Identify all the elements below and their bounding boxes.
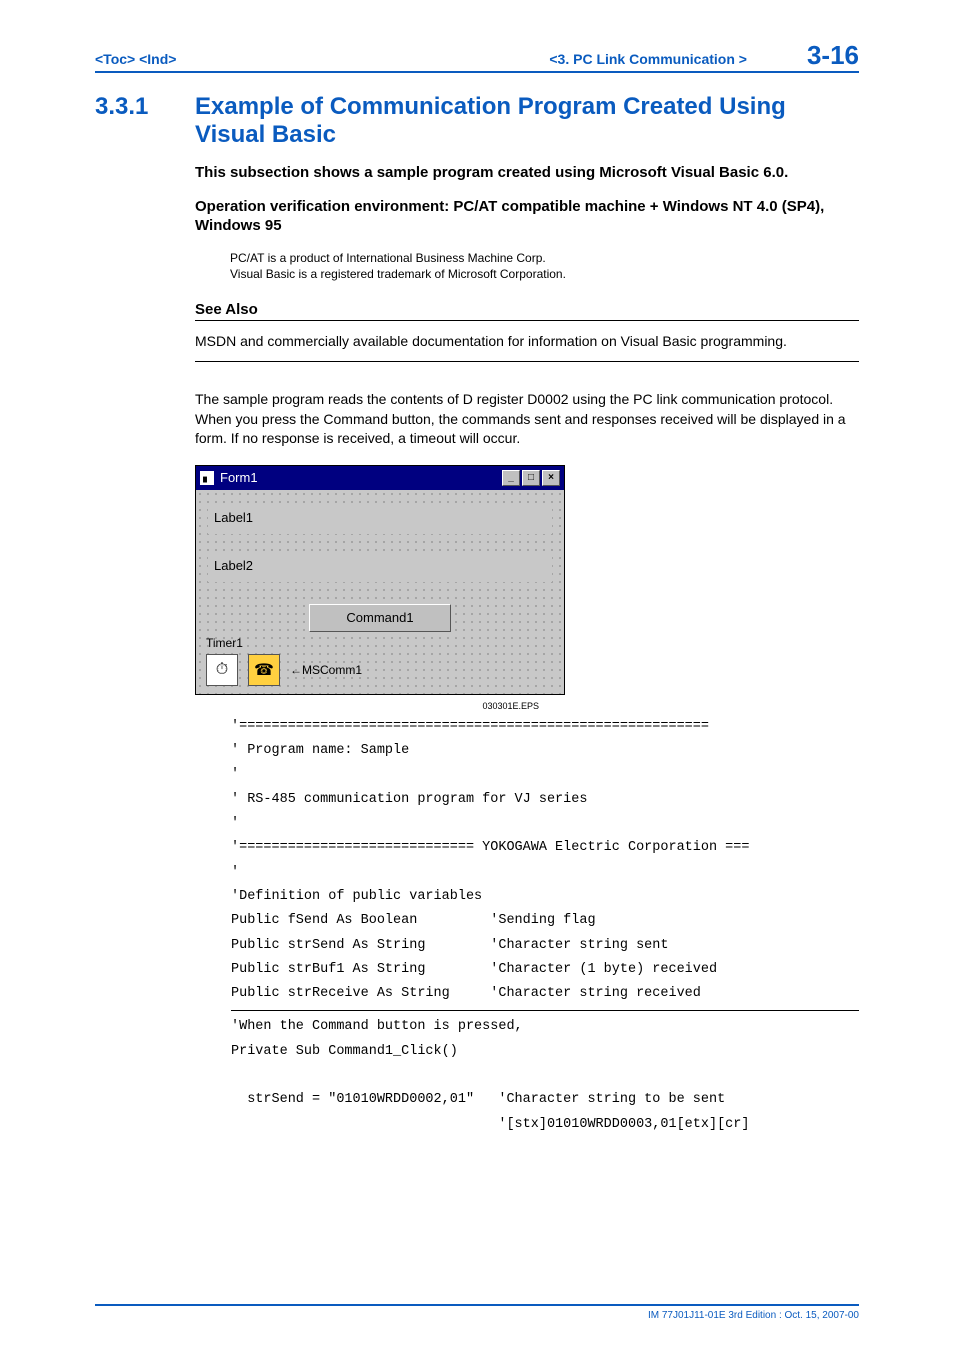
see-also-heading: See Also	[195, 301, 859, 321]
close-button[interactable]: ×	[542, 470, 560, 486]
mscomm-label: ←MSComm1	[290, 663, 362, 677]
section-title: Example of Communication Program Created…	[195, 93, 859, 149]
label1-control[interactable]: Label1	[208, 508, 552, 534]
figure-filename: 030301E.EPS	[195, 701, 539, 711]
trademark-line-2: Visual Basic is a registered trademark o…	[230, 266, 859, 283]
titlebar: ▖ Form1 _ □ ×	[196, 466, 564, 490]
page-header: <Toc> <Ind> <3. PC Link Communication > …	[95, 40, 859, 73]
code-block-2: 'When the Command button is pressed, Pri…	[231, 1015, 859, 1136]
body-paragraph: The sample program reads the contents of…	[195, 390, 859, 449]
label2-control[interactable]: Label2	[208, 556, 552, 582]
page-number: 3-16	[807, 40, 859, 71]
code-block-1: '=======================================…	[231, 715, 859, 1007]
vb-form-designer: ▖ Form1 _ □ × Label1 Label2 Command1 Tim…	[195, 465, 565, 695]
form-icon: ▖	[200, 471, 214, 485]
code-separator	[231, 1010, 859, 1011]
intro-line-2: Operation verification environment: PC/A…	[195, 197, 859, 236]
breadcrumb[interactable]: <3. PC Link Communication >	[549, 51, 747, 67]
toc-link[interactable]: <Toc>	[95, 51, 135, 67]
timer-icon[interactable]: ⏱	[206, 654, 238, 686]
command1-button[interactable]: Command1	[309, 604, 451, 632]
maximize-button[interactable]: □	[522, 470, 540, 486]
timer1-label: Timer1	[206, 636, 243, 650]
form-title: Form1	[220, 470, 258, 485]
mscomm-icon[interactable]: ☎	[248, 654, 280, 686]
see-also-text: MSDN and commercially available document…	[195, 333, 859, 362]
section-number: 3.3.1	[95, 93, 195, 149]
ind-link[interactable]: <Ind>	[139, 51, 176, 67]
trademark-line-1: PC/AT is a product of International Busi…	[230, 250, 859, 267]
minimize-button[interactable]: _	[502, 470, 520, 486]
page-footer: IM 77J01J11-01E 3rd Edition : Oct. 15, 2…	[95, 1304, 859, 1321]
intro-line-1: This subsection shows a sample program c…	[195, 163, 859, 183]
